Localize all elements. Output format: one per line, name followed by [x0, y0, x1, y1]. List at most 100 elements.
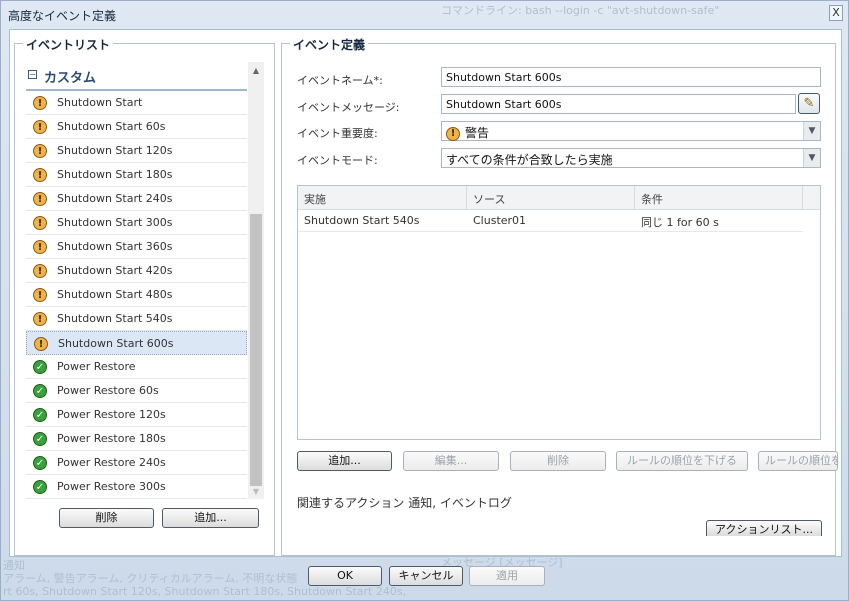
- list-item[interactable]: ! Shutdown Start 300s: [26, 211, 247, 235]
- event-list-legend: イベントリスト: [23, 36, 114, 53]
- edit-rule-button[interactable]: 編集...: [403, 451, 499, 471]
- list-item-label: Power Restore 120s: [57, 408, 166, 421]
- rules-grid: 実施 ソース 条件 Shutdown Start 540s Cluster01 …: [297, 185, 821, 440]
- background-ghost-text: アラーム, 警告アラーム, クリティカルアラーム, 不明な状態: [3, 572, 298, 585]
- warning-icon: !: [446, 127, 460, 141]
- warning-icon: !: [33, 264, 47, 278]
- related-actions-text: 関連するアクション 通知, イベントログ: [297, 496, 512, 510]
- table-row[interactable]: Shutdown Start 540s Cluster01 同じ 1 for 6…: [298, 210, 803, 232]
- mode-value: すべての条件が合致したら実施: [446, 153, 613, 167]
- list-item[interactable]: ! Shutdown Start 600s: [26, 331, 247, 355]
- list-item-label: Shutdown Start 540s: [57, 312, 173, 325]
- grid-header: 実施 ソース 条件: [298, 186, 820, 210]
- category-label: カスタム: [44, 71, 97, 86]
- chevron-down-icon[interactable]: ▼: [803, 122, 820, 140]
- category-header[interactable]: − カスタム: [26, 63, 247, 91]
- cell-source: Cluster01: [473, 214, 527, 227]
- warning-icon: !: [33, 96, 47, 110]
- list-item-label: Power Restore 60s: [57, 384, 159, 397]
- edit-message-button[interactable]: ✎: [798, 93, 820, 114]
- scroll-down-icon[interactable]: ▼: [251, 487, 261, 497]
- list-item-label: Shutdown Start 420s: [57, 264, 173, 277]
- event-severity-select[interactable]: ! 警告 ▼: [441, 121, 821, 141]
- column-header-action[interactable]: 実施: [298, 186, 467, 210]
- list-item-label: Shutdown Start 360s: [57, 240, 173, 253]
- list-item-label: Shutdown Start 180s: [57, 168, 173, 181]
- event-name-input[interactable]: Shutdown Start 600s: [441, 67, 821, 87]
- list-item[interactable]: ! Shutdown Start 360s: [26, 235, 247, 259]
- check-icon: ✓: [33, 456, 47, 470]
- scroll-thumb[interactable]: [250, 214, 262, 486]
- list-item[interactable]: ✓ Power Restore 120s: [26, 403, 247, 427]
- event-list-scrollbar[interactable]: ▲ ▼: [248, 62, 264, 499]
- close-icon: X: [832, 6, 840, 19]
- list-item-label: Shutdown Start 240s: [57, 192, 173, 205]
- list-item[interactable]: ! Shutdown Start 240s: [26, 187, 247, 211]
- list-item-label: Shutdown Start: [57, 96, 143, 109]
- event-name-label: イベントネーム*:: [297, 74, 383, 87]
- list-item[interactable]: ! Shutdown Start 480s: [26, 283, 247, 307]
- event-definition-group: イベント定義 イベントネーム*: Shutdown Start 600s イベン…: [281, 36, 838, 556]
- add-rule-button[interactable]: 追加...: [297, 451, 392, 471]
- list-item-label: Power Restore: [57, 360, 136, 373]
- title-bar[interactable]: 高度なイベント定義 X: [1, 1, 848, 27]
- column-header-source[interactable]: ソース: [467, 186, 635, 210]
- cancel-button[interactable]: キャンセル: [389, 566, 463, 586]
- warning-icon: !: [33, 240, 47, 254]
- dialog-body: イベントリスト − カスタム ! Shutdown Start! Shutdown …: [9, 29, 842, 557]
- chevron-down-icon[interactable]: ▼: [803, 149, 820, 167]
- list-item[interactable]: ✓ Power Restore 240s: [26, 451, 247, 475]
- list-item-label: Power Restore 240s: [57, 456, 166, 469]
- delete-event-button[interactable]: 削除: [59, 508, 154, 528]
- list-item[interactable]: ! Shutdown Start 120s: [26, 139, 247, 163]
- event-message-label: イベントメッセージ:: [297, 101, 400, 114]
- list-item[interactable]: ✓ Power Restore 60s: [26, 379, 247, 403]
- move-rule-up-button[interactable]: ルールの順位を上げる: [758, 451, 838, 471]
- delete-rule-button[interactable]: 削除: [510, 451, 606, 471]
- list-item-label: Power Restore 300s: [57, 480, 166, 493]
- event-list: ! Shutdown Start! Shutdown Start 60s! Shutd…: [26, 91, 247, 499]
- cell-action: Shutdown Start 540s: [304, 214, 420, 227]
- list-item[interactable]: ! Shutdown Start 180s: [26, 163, 247, 187]
- list-item[interactable]: ! Shutdown Start: [26, 91, 247, 115]
- warning-icon: !: [33, 288, 47, 302]
- event-mode-select[interactable]: すべての条件が合致したら実施 ▼: [441, 148, 821, 168]
- list-item-label: Shutdown Start 120s: [57, 144, 173, 157]
- check-icon: ✓: [33, 384, 47, 398]
- event-definition-legend: イベント定義: [290, 36, 369, 53]
- ok-button[interactable]: OK: [308, 566, 382, 586]
- list-item-label: Power Restore 180s: [57, 432, 166, 445]
- warning-icon: !: [33, 144, 47, 158]
- warning-icon: !: [33, 216, 47, 230]
- list-item-label: Shutdown Start 480s: [57, 288, 173, 301]
- collapse-icon[interactable]: −: [28, 70, 37, 79]
- list-item[interactable]: ! Shutdown Start 60s: [26, 115, 247, 139]
- check-icon: ✓: [33, 360, 47, 374]
- list-item[interactable]: ✓ Power Restore 300s: [26, 475, 247, 499]
- apply-button[interactable]: 適用: [469, 566, 545, 586]
- warning-icon: !: [34, 337, 48, 351]
- list-item[interactable]: ! Shutdown Start 420s: [26, 259, 247, 283]
- list-item-label: Shutdown Start 60s: [57, 120, 166, 133]
- event-message-input[interactable]: Shutdown Start 600s: [441, 94, 796, 114]
- check-icon: ✓: [33, 480, 47, 494]
- check-icon: ✓: [33, 408, 47, 422]
- move-rule-down-button[interactable]: ルールの順位を下げる: [616, 451, 748, 471]
- action-list-button[interactable]: アクションリスト...: [706, 520, 822, 536]
- add-event-button[interactable]: 追加...: [162, 508, 259, 528]
- list-item[interactable]: ✓ Power Restore: [26, 355, 247, 379]
- list-item[interactable]: ! Shutdown Start 540s: [26, 307, 247, 331]
- close-button[interactable]: X: [829, 5, 843, 21]
- event-severity-label: イベント重要度:: [297, 127, 378, 140]
- severity-value: 警告: [465, 126, 490, 140]
- background-ghost-text: rt 60s, Shutdown Start 120s, Shutdown St…: [3, 585, 407, 598]
- column-header-condition[interactable]: 条件: [635, 186, 803, 210]
- warning-icon: !: [33, 192, 47, 206]
- scroll-up-icon[interactable]: ▲: [251, 66, 261, 76]
- list-item[interactable]: ✓ Power Restore 180s: [26, 427, 247, 451]
- event-list-group: イベントリスト − カスタム ! Shutdown Start! Shutdown …: [14, 36, 275, 556]
- warning-icon: !: [33, 312, 47, 326]
- list-item-label: Shutdown Start 600s: [58, 337, 174, 350]
- cell-condition: 同じ 1 for 60 s: [641, 216, 719, 229]
- event-mode-label: イベントモード:: [297, 154, 378, 167]
